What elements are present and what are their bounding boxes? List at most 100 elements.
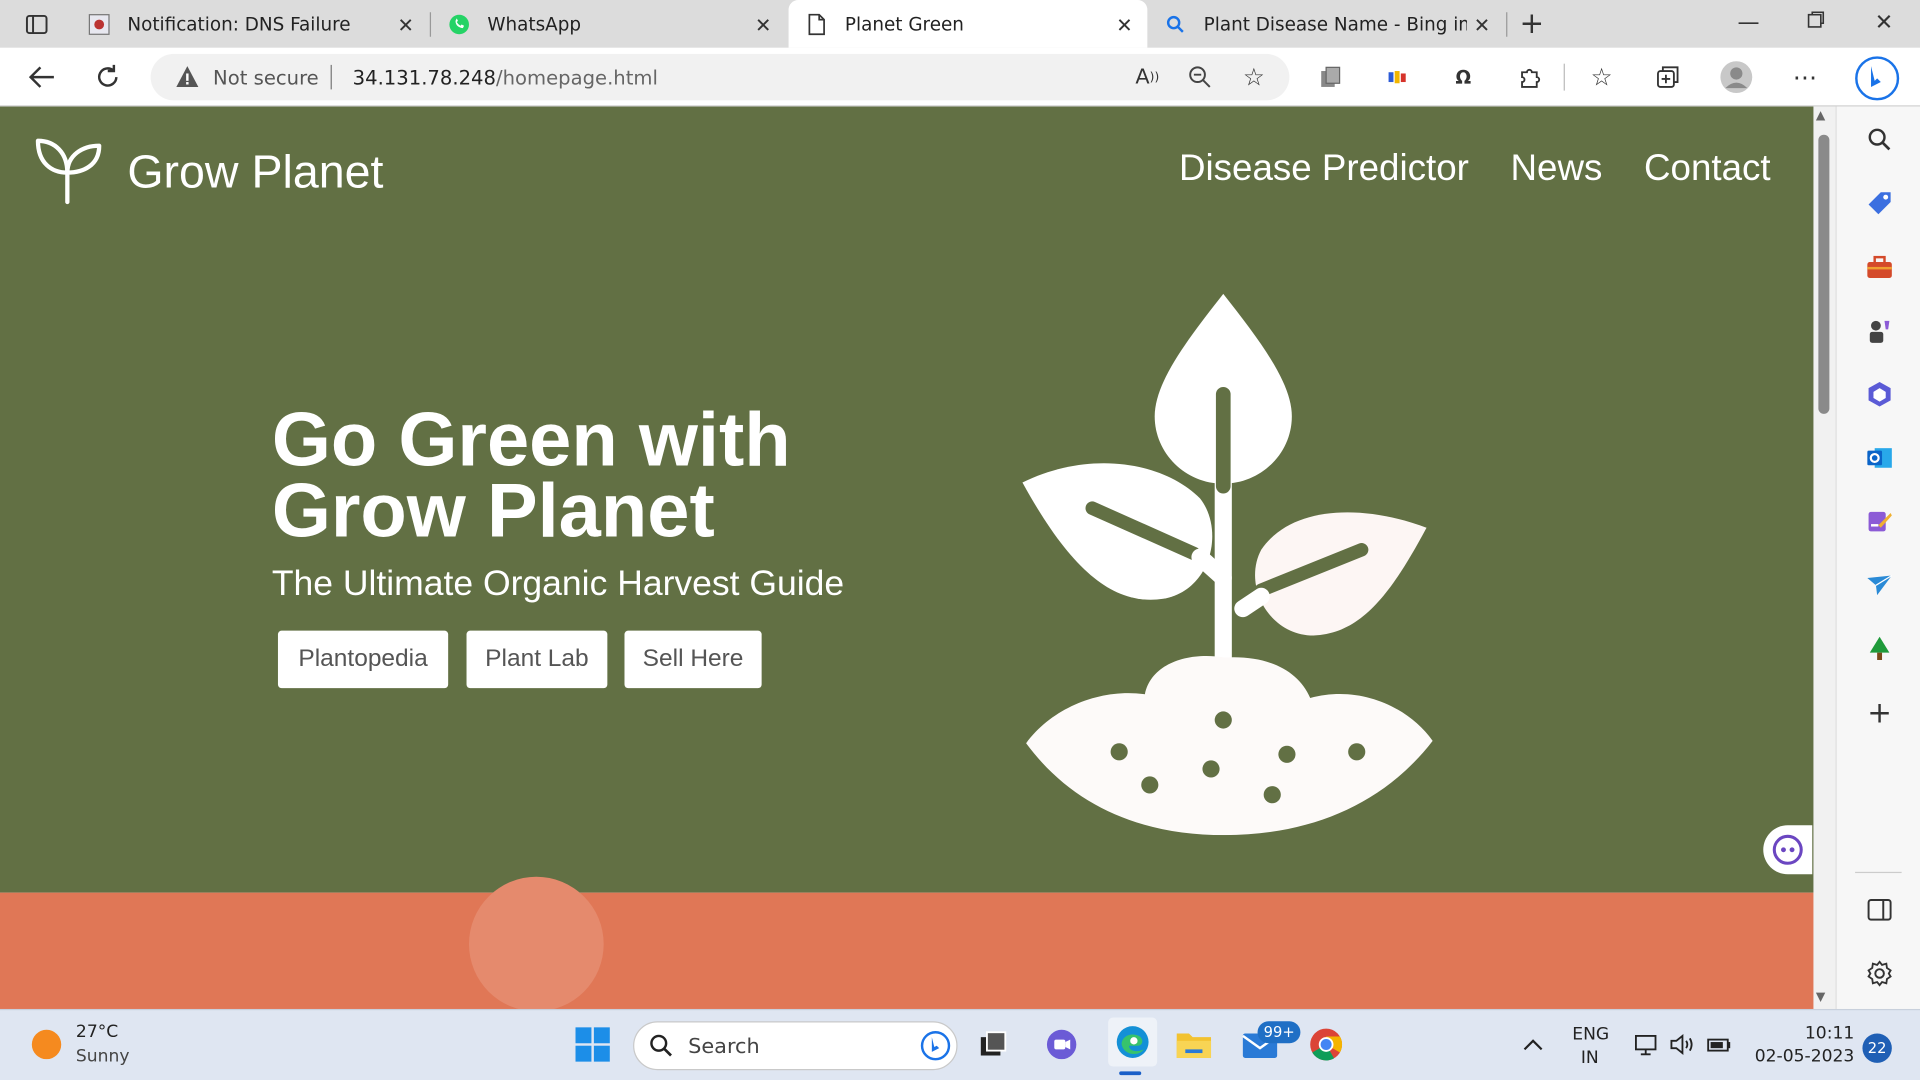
sell-here-button[interactable]: Sell Here (624, 630, 762, 689)
designer-icon[interactable] (1864, 506, 1896, 538)
active-app-indicator (1119, 1071, 1142, 1076)
games-icon[interactable] (1864, 315, 1896, 347)
brand-name: Grow Planet (127, 146, 384, 198)
add-icon[interactable]: + (1864, 696, 1896, 730)
search-icon (647, 1031, 676, 1060)
tab-title: Planet Green (844, 12, 964, 35)
close-window-icon[interactable]: ✕ (1875, 10, 1893, 36)
site-brand[interactable]: Grow Planet (34, 136, 383, 209)
volume-icon[interactable] (1663, 1025, 1702, 1064)
plantopedia-button[interactable]: Plantopedia (277, 630, 449, 689)
weather-temperature[interactable]: 27°C (76, 1022, 118, 1042)
file-explorer-icon[interactable] (1174, 1025, 1213, 1064)
profile-avatar-icon[interactable] (1719, 60, 1753, 94)
close-icon[interactable]: ✕ (755, 13, 771, 36)
scroll-down-icon[interactable]: ▼ (1816, 991, 1825, 1004)
security-label[interactable]: Not secure (213, 66, 319, 89)
omega-extension-icon[interactable]: Ω (1449, 62, 1478, 91)
nav-news[interactable]: News (1511, 148, 1603, 190)
favorites-icon[interactable]: ☆ (1587, 62, 1616, 91)
read-aloud-icon[interactable]: A)) (1133, 62, 1162, 91)
scrollbar-thumb[interactable] (1818, 134, 1830, 414)
chat-widget-icon[interactable] (1763, 825, 1813, 875)
restore-icon[interactable] (1806, 10, 1826, 36)
send-icon[interactable] (1864, 569, 1896, 601)
close-icon[interactable]: ✕ (1116, 13, 1132, 36)
address-bar[interactable]: Not secure 34.131.78.248/homepage.html A… (150, 53, 1290, 101)
back-icon[interactable] (27, 62, 56, 91)
chevron-up-icon[interactable] (1513, 1025, 1552, 1064)
clock-date[interactable]: 02-05-2023 (1755, 1047, 1855, 1067)
whatsapp-favicon (448, 13, 470, 35)
tab-whatsapp[interactable]: WhatsApp ✕ (431, 0, 786, 48)
chrome-icon[interactable] (1307, 1025, 1346, 1064)
tree-icon[interactable] (1864, 633, 1896, 665)
notification-count-badge[interactable]: 22 (1862, 1033, 1892, 1063)
url-text[interactable]: 34.131.78.248/homepage.html (353, 66, 658, 89)
taskbar-search[interactable]: Search (633, 1021, 958, 1071)
windows-start-icon[interactable] (573, 1025, 612, 1064)
mail-unread-badge: 99+ (1257, 1021, 1301, 1044)
extension-colorful-icon[interactable] (1382, 62, 1411, 91)
collections-add-icon[interactable] (1653, 62, 1682, 91)
browser-toolbar: Not secure 34.131.78.248/homepage.html A… (0, 47, 1920, 107)
url-host: 34.131.78.248 (352, 66, 496, 90)
refresh-icon[interactable] (93, 62, 122, 91)
hide-sidebar-icon[interactable] (1864, 894, 1896, 926)
tab-bing-images[interactable]: Plant Disease Name - Bing image ✕ (1147, 0, 1505, 48)
decorative-circle (468, 876, 604, 1012)
tab-title: Notification: DNS Failure (127, 12, 351, 35)
minimize-icon[interactable]: — (1738, 10, 1760, 36)
battery-icon[interactable] (1700, 1025, 1739, 1064)
tab-actions-icon[interactable] (22, 10, 51, 39)
headline-line-2: Grow Planet (271, 468, 715, 554)
weather-sun-icon[interactable] (28, 1026, 65, 1063)
new-tab-icon[interactable]: + (1517, 6, 1546, 40)
plant-lab-button[interactable]: Plant Lab (466, 630, 608, 689)
add-favorite-icon[interactable]: ☆ (1239, 62, 1268, 91)
dns-failure-favicon (88, 13, 110, 35)
nav-contact[interactable]: Contact (1644, 148, 1771, 190)
sprout-logo-icon (34, 136, 103, 209)
edge-browser-icon[interactable] (1108, 1017, 1158, 1067)
hero-subtitle: The Ultimate Organic Harvest Guide (271, 564, 845, 604)
search-icon[interactable] (1864, 124, 1896, 156)
weather-condition[interactable]: Sunny (76, 1047, 130, 1067)
clock-time[interactable]: 10:11 (1805, 1024, 1854, 1044)
plant-sprout-illustration-icon (1016, 290, 1438, 836)
outlook-icon[interactable] (1864, 442, 1896, 474)
web-page: Grow Planet Disease Predictor News Conta… (0, 106, 1814, 1009)
hero-headline: Go Green with Grow Planet (272, 402, 791, 549)
edge-sidebar: + (1835, 106, 1920, 1009)
network-icon[interactable] (1627, 1025, 1666, 1064)
bing-copilot-icon[interactable] (1854, 55, 1901, 102)
nav-disease-predictor[interactable]: Disease Predictor (1179, 148, 1469, 190)
site-nav: Disease Predictor News Contact (1137, 148, 1771, 190)
tab-title: Plant Disease Name - Bing image (1203, 12, 1467, 35)
next-section (0, 892, 1814, 1009)
omnibox-divider (330, 64, 332, 90)
shopping-tag-icon[interactable] (1864, 187, 1896, 219)
microsoft-365-icon[interactable] (1864, 378, 1896, 410)
tools-icon[interactable] (1864, 251, 1896, 283)
zoom-out-icon[interactable] (1185, 62, 1214, 91)
task-view-icon[interactable] (973, 1025, 1012, 1064)
region-indicator[interactable]: IN (1581, 1048, 1599, 1068)
more-options-icon[interactable]: ⋯ (1790, 62, 1819, 91)
tab-title: WhatsApp (487, 12, 582, 35)
search-placeholder: Search (688, 1034, 760, 1060)
tab-planet-green[interactable]: Planet Green ✕ (788, 0, 1148, 48)
tab-dns-failure[interactable]: Notification: DNS Failure ✕ (71, 0, 429, 48)
bing-icon[interactable] (920, 1030, 952, 1062)
teams-chat-icon[interactable] (1042, 1025, 1081, 1064)
windows-taskbar: 27°C Sunny Search 99+ ENG IN 10:11 02-05… (0, 1008, 1920, 1080)
language-indicator[interactable]: ENG (1572, 1025, 1609, 1045)
close-icon[interactable]: ✕ (397, 13, 413, 36)
warning-icon[interactable] (175, 65, 199, 89)
settings-gear-icon[interactable] (1864, 958, 1896, 990)
scroll-up-icon[interactable]: ▲ (1816, 109, 1825, 122)
close-icon[interactable]: ✕ (1474, 13, 1490, 36)
sidebar-divider (1855, 871, 1902, 874)
extensions-icon[interactable] (1515, 62, 1544, 91)
collections-icon[interactable] (1316, 62, 1345, 91)
